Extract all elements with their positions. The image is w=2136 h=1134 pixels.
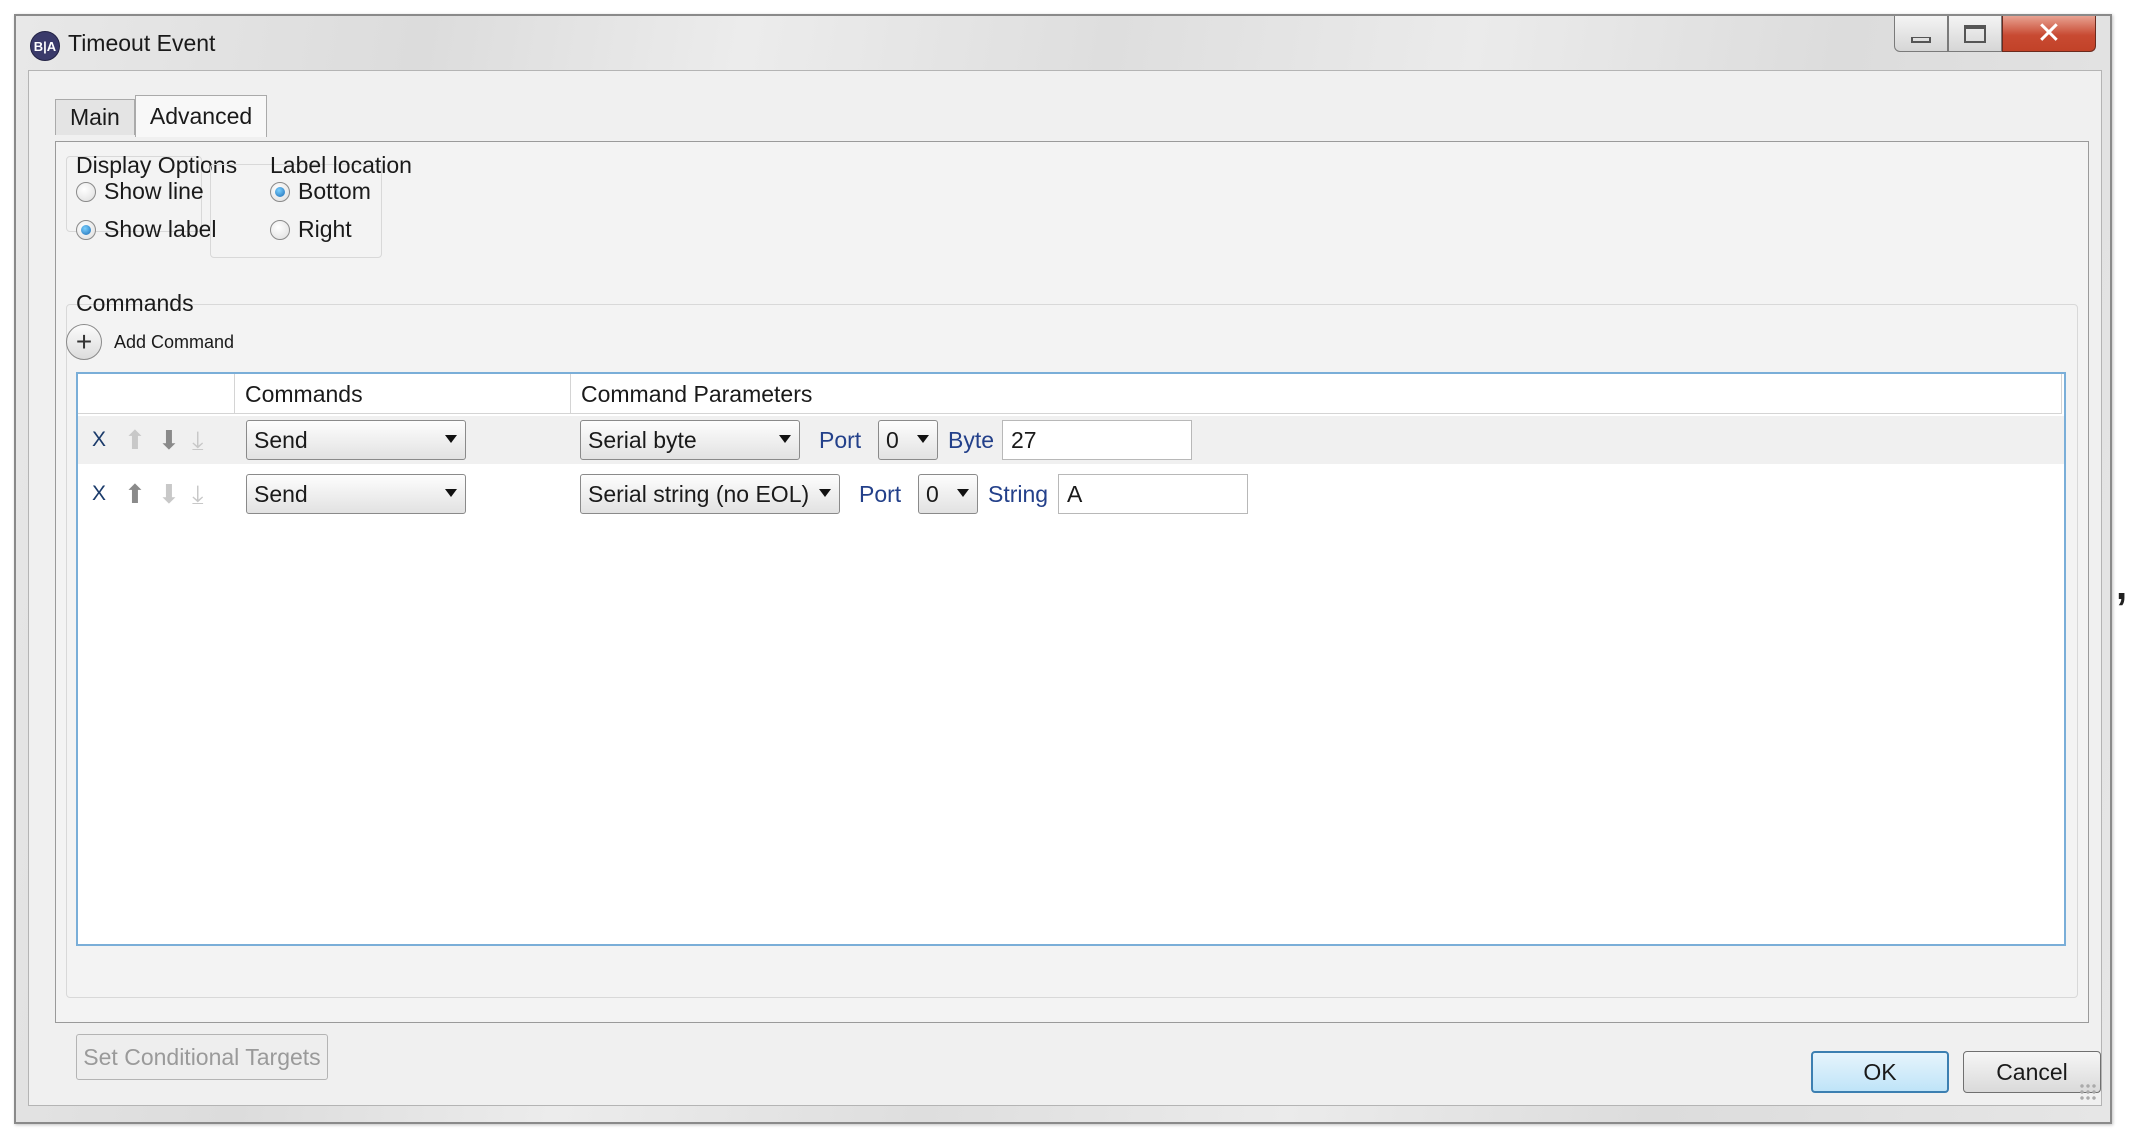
- string-label: String: [988, 480, 1049, 507]
- window-title: Timeout Event: [68, 30, 216, 56]
- move-down-icon[interactable]: ⬇: [158, 427, 180, 453]
- command-select[interactable]: Send: [246, 474, 466, 514]
- radio-show-line-label: Show line: [104, 178, 204, 204]
- label-location-title: Label location: [270, 152, 412, 178]
- param-type-value: Serial byte: [588, 426, 697, 453]
- tab-advanced[interactable]: Advanced: [134, 95, 268, 137]
- radio-show-line[interactable]: Show line: [76, 178, 204, 205]
- param-type-select[interactable]: Serial string (no EOL): [580, 474, 840, 514]
- commands-title: Commands: [76, 290, 194, 316]
- param-type-value: Serial string (no EOL): [588, 480, 810, 507]
- set-conditional-targets-button[interactable]: Set Conditional Targets: [76, 1034, 328, 1080]
- dropdown-arrow-icon: [957, 489, 969, 497]
- tab-main[interactable]: Main: [55, 99, 135, 135]
- radio-right-indicator[interactable]: [270, 219, 290, 240]
- window-controls: ✕: [1894, 16, 2096, 54]
- add-command-button[interactable]: + Add Command: [66, 324, 234, 360]
- dropdown-arrow-icon: [917, 435, 929, 443]
- radio-show-line-indicator[interactable]: [76, 181, 96, 202]
- port-label: Port: [859, 480, 902, 507]
- dialog-client-area: Main Advanced Display Options Show line …: [28, 70, 2102, 1106]
- port-label: Port: [819, 426, 862, 453]
- port-select-value: 0: [886, 426, 899, 453]
- byte-input[interactable]: 27: [1002, 420, 1192, 460]
- radio-bottom-indicator[interactable]: [270, 181, 290, 202]
- header-command-parameters: Command Parameters: [571, 374, 2062, 414]
- string-input[interactable]: A: [1058, 474, 1248, 514]
- minimize-button[interactable]: [1894, 16, 1948, 52]
- byte-label: Byte: [948, 426, 995, 453]
- port-select-value: 0: [926, 480, 939, 507]
- move-up-icon[interactable]: ⬆: [124, 481, 146, 507]
- ok-button[interactable]: OK: [1811, 1051, 1949, 1093]
- table-row: X ⬆ ⬇ ⤓ Send Serial byte Port 0 Byte 27: [78, 416, 2064, 464]
- table-row: X ⬆ ⬇ ⤓ Send Serial string (no EOL) Port…: [78, 470, 2064, 518]
- param-type-select[interactable]: Serial byte: [580, 420, 800, 460]
- minimize-icon: [1911, 36, 1931, 43]
- radio-bottom-label: Bottom: [298, 178, 371, 204]
- advanced-tab-panel: Display Options Show line Show label Lab…: [55, 141, 2089, 1080]
- close-icon: ✕: [2036, 17, 2062, 50]
- move-to-bottom-icon[interactable]: ⤓: [192, 481, 204, 507]
- port-select[interactable]: 0: [878, 420, 938, 460]
- command-select-value: Send: [254, 426, 308, 453]
- delete-row-button[interactable]: X: [92, 428, 106, 452]
- move-up-icon[interactable]: ⬆: [124, 427, 146, 453]
- radio-show-label[interactable]: Show label: [76, 216, 217, 243]
- header-commands: Commands: [235, 374, 571, 414]
- grid-header: Commands Command Parameters: [78, 374, 2062, 414]
- dialog-window: B|A Timeout Event ✕ Main Advanced Displa…: [14, 14, 2112, 1124]
- commands-grid: Commands Command Parameters X ⬆ ⬇ ⤓ Send…: [76, 372, 2066, 946]
- command-select[interactable]: Send: [246, 420, 466, 460]
- move-down-icon[interactable]: ⬇: [158, 481, 180, 507]
- byte-input-value: 27: [1011, 426, 1037, 453]
- radio-show-label-indicator[interactable]: [76, 219, 96, 240]
- command-select-value: Send: [254, 480, 308, 507]
- dropdown-arrow-icon: [819, 489, 831, 497]
- move-to-bottom-icon[interactable]: ⤓: [192, 427, 204, 453]
- port-select[interactable]: 0: [918, 474, 978, 514]
- tab-strip: Main Advanced: [55, 95, 268, 137]
- dropdown-arrow-icon: [445, 435, 457, 443]
- dropdown-arrow-icon: [445, 489, 457, 497]
- string-input-value: A: [1067, 480, 1083, 507]
- radio-show-label-label: Show label: [104, 216, 217, 242]
- radio-right-label: Right: [298, 216, 352, 242]
- app-icon: B|A: [30, 31, 60, 61]
- plus-icon: +: [66, 324, 102, 360]
- title-bar[interactable]: B|A Timeout Event ✕: [16, 16, 2110, 70]
- dropdown-arrow-icon: [779, 435, 791, 443]
- close-button[interactable]: ✕: [2002, 16, 2096, 52]
- delete-row-button[interactable]: X: [92, 482, 106, 506]
- radio-right[interactable]: Right: [270, 216, 352, 243]
- resize-grip[interactable]: [2079, 1083, 2097, 1101]
- add-command-label: Add Command: [114, 331, 235, 352]
- radio-bottom[interactable]: Bottom: [270, 178, 371, 205]
- header-actions: [78, 374, 235, 414]
- stray-mark: ,: [2116, 564, 2128, 608]
- maximize-button[interactable]: [1948, 16, 2002, 52]
- maximize-icon: [1964, 24, 1986, 43]
